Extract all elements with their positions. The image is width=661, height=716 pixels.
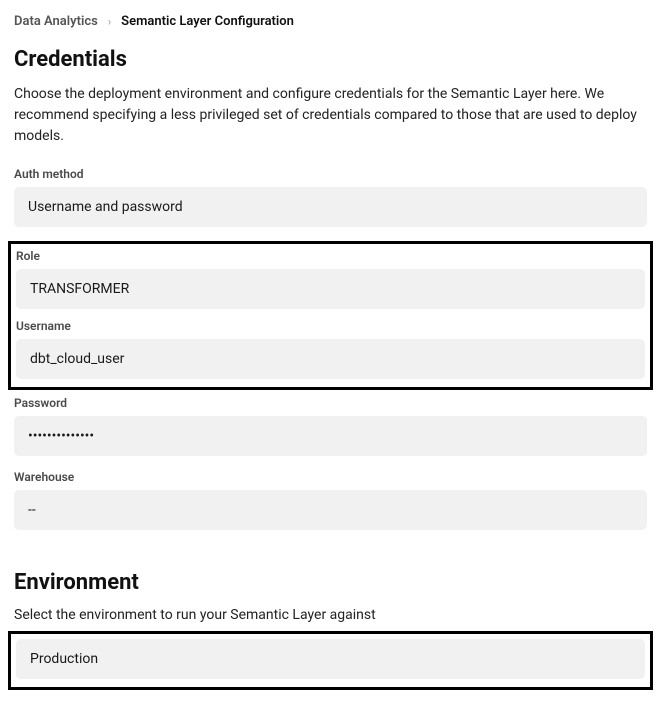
password-group: Password [14,396,647,456]
role-input[interactable] [16,269,645,309]
environment-title: Environment [14,570,647,595]
password-input[interactable] [14,416,647,456]
breadcrumb-current: Semantic Layer Configuration [121,14,294,29]
environment-input[interactable] [16,639,645,679]
password-label: Password [14,396,647,410]
environment-description: Select the environment to run your Seman… [14,607,647,623]
warehouse-label: Warehouse [14,470,647,484]
highlight-role-username: Role Username [8,241,653,390]
role-group: Role [16,249,645,309]
auth-method-group: Auth method [14,167,647,227]
breadcrumb-parent[interactable]: Data Analytics [14,14,98,29]
highlight-environment [8,631,653,690]
warehouse-group: Warehouse [14,470,647,530]
auth-method-input[interactable] [14,187,647,227]
breadcrumb: Data Analytics › Semantic Layer Configur… [14,14,647,29]
auth-method-label: Auth method [14,167,647,181]
chevron-right-icon: › [108,15,111,28]
warehouse-input[interactable] [14,490,647,530]
username-group: Username [16,319,645,379]
role-label: Role [16,249,645,263]
environment-section: Environment Select the environment to ru… [14,570,647,690]
credentials-description: Choose the deployment environment and co… [14,84,647,147]
username-label: Username [16,319,645,333]
username-input[interactable] [16,339,645,379]
credentials-title: Credentials [14,47,647,72]
